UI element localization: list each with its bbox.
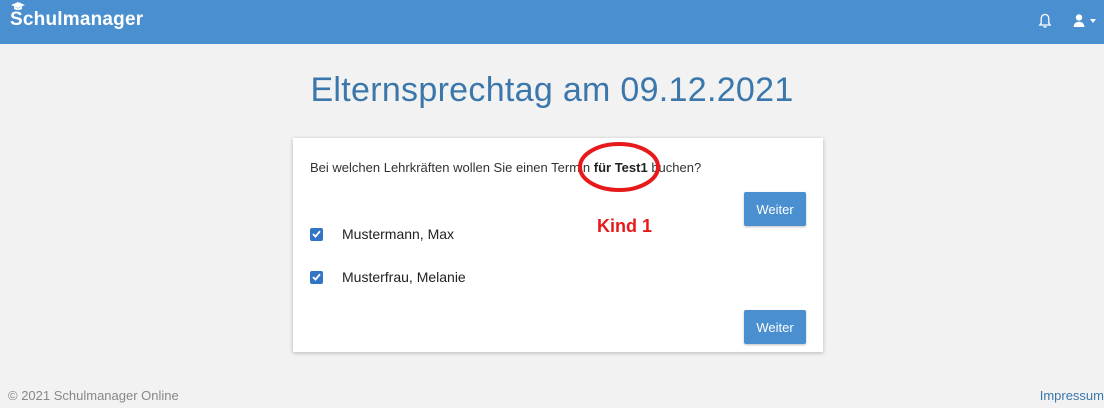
- brand-name: Schulmanager: [10, 9, 144, 30]
- annotation-circle: [578, 142, 660, 192]
- chevron-down-icon[interactable]: [1090, 19, 1096, 23]
- question-text-start: Bei welchen Lehrkräften wollen Sie einen…: [310, 160, 594, 175]
- next-button-top[interactable]: Weiter: [744, 192, 806, 226]
- next-button-bottom[interactable]: Weiter: [744, 310, 806, 344]
- teacher-selection-card: Bei welchen Lehrkräften wollen Sie einen…: [293, 138, 823, 352]
- bell-icon[interactable]: [1038, 13, 1052, 29]
- page-title: Elternsprechtag am 09.12.2021: [310, 71, 794, 109]
- user-icon[interactable]: [1072, 13, 1086, 29]
- check-icon: [312, 273, 321, 281]
- teacher-name: Mustermann, Max: [342, 226, 455, 242]
- check-icon: [312, 230, 321, 238]
- teacher-row[interactable]: Musterfrau, Melanie: [310, 267, 466, 287]
- teacher-checkbox[interactable]: [310, 227, 323, 241]
- brand-logo[interactable]: Schulmanager: [10, 2, 144, 31]
- teacher-row[interactable]: Mustermann, Max: [310, 224, 454, 244]
- top-navbar: Schulmanager: [0, 0, 1104, 44]
- impressum-link[interactable]: Impressum: [1040, 388, 1104, 403]
- teacher-checkbox[interactable]: [310, 270, 323, 284]
- annotation-label: Kind 1: [597, 216, 653, 236]
- footer-copyright: © 2021 Schulmanager Online: [8, 388, 179, 403]
- graduation-cap-icon: [11, 2, 25, 10]
- teacher-name: Musterfrau, Melanie: [342, 269, 466, 285]
